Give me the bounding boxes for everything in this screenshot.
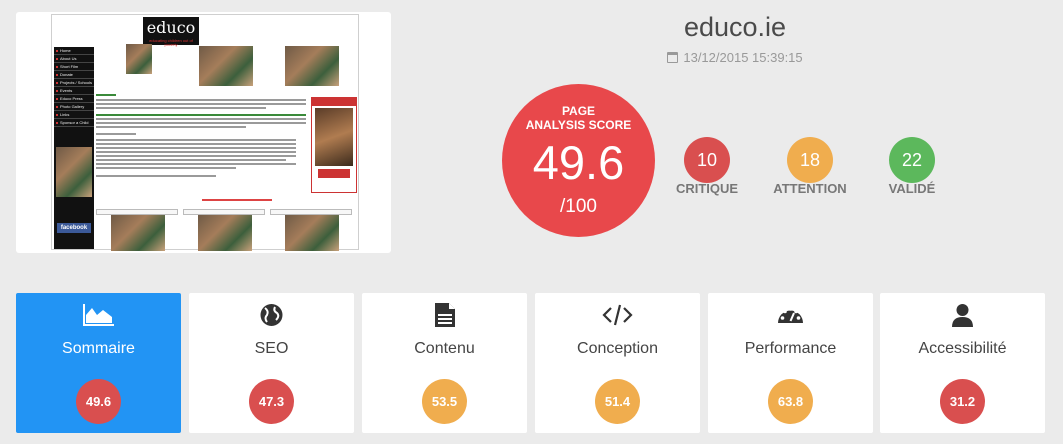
thumbnail-text-line: [96, 126, 246, 128]
thumbnail-nav-item: Links: [54, 111, 94, 119]
thumbnail-nav-item: Events: [54, 87, 94, 95]
thumbnail-text-line: [96, 167, 236, 169]
category-card-contenu[interactable]: Contenu 53.5: [362, 293, 527, 433]
thumbnail-facebook-badge: facebook: [57, 223, 91, 233]
calendar-icon: [667, 52, 679, 63]
user-icon: [952, 304, 973, 327]
thumbnail-text-line: [96, 139, 296, 141]
thumbnail-photo: [285, 46, 339, 86]
score-max: /100: [560, 196, 597, 217]
thumbnail-photo: [198, 215, 252, 251]
area-chart-icon: [83, 304, 114, 326]
category-name: Contenu: [414, 340, 475, 357]
document-icon: [435, 303, 455, 327]
code-icon: [602, 304, 633, 326]
thumbnail-text-line: [96, 143, 296, 145]
thumbnail-text-line: [96, 122, 306, 124]
category-name: Conception: [577, 340, 658, 357]
category-score: 63.8: [768, 379, 813, 424]
thumbnail-text-line: [96, 94, 116, 96]
thumbnail-text-line: [96, 151, 296, 153]
page-analysis-score: PAGE ANALYSIS SCORE 49.6 /100: [502, 84, 655, 237]
category-card-seo[interactable]: SEO 47.3: [189, 293, 354, 433]
thumbnail-logo: educo educating children out of poverty: [143, 17, 199, 47]
thumbnail-nav-item: Sponsor a Child: [54, 119, 94, 127]
thumbnail-nav-item: Projects / Schools: [54, 79, 94, 87]
category-name: Accessibilité: [918, 340, 1007, 357]
thumbnail-logo-text: educo: [146, 18, 196, 37]
thumbnail-page: educo educating children out of poverty …: [51, 14, 359, 251]
analysis-date: 13/12/2015 15:39:15: [600, 50, 870, 65]
thumbnail-text-line: [96, 99, 306, 101]
thumbnail-text-line: [96, 114, 306, 116]
thumbnail-nav-item: Photo Gallery: [54, 103, 94, 111]
thumbnail-photo: [111, 215, 165, 251]
thumbnail-photo: [285, 215, 339, 251]
dashboard-icon: [778, 307, 803, 323]
thumbnail-text-line: [96, 155, 296, 157]
critique-label: CRITIQUE: [675, 181, 739, 196]
valide-label: VALIDÉ: [888, 181, 936, 196]
category-score: 53.5: [422, 379, 467, 424]
category-name: Performance: [744, 340, 837, 357]
score-label-line1: PAGE: [561, 104, 596, 118]
thumbnail-nav-item: Short Film: [54, 63, 94, 71]
category-name: Sommaire: [62, 340, 135, 357]
score-value: 49.6: [532, 136, 625, 189]
thumbnail-nav-item: Home: [54, 47, 94, 55]
score-label: PAGE ANALYSIS SCORE: [502, 104, 655, 132]
category-score: 31.2: [940, 379, 985, 424]
thumbnail-text-line: [96, 107, 266, 109]
thumbnail-photo: [126, 44, 152, 74]
analysis-date-text: 13/12/2015 15:39:15: [683, 50, 803, 65]
category-card-performance[interactable]: Performance 63.8: [708, 293, 873, 433]
category-card-accessibilite[interactable]: Accessibilité 31.2: [880, 293, 1045, 433]
category-score: 51.4: [595, 379, 640, 424]
website-thumbnail: educo educating children out of poverty …: [16, 12, 391, 253]
thumbnail-nav-item: About Us: [54, 55, 94, 63]
thumbnail-text-line: [96, 163, 296, 165]
valide-count: 22: [889, 137, 935, 183]
site-domain: educo.ie: [683, 12, 787, 42]
thumbnail-nav-item: Donate: [54, 71, 94, 79]
category-card-sommaire[interactable]: Sommaire 49.6: [16, 293, 181, 433]
category-score: 49.6: [76, 379, 121, 424]
globe-icon: [260, 304, 283, 326]
thumbnail-text-line: [96, 175, 216, 177]
thumbnail-photo: [56, 147, 92, 197]
thumbnail-nav-item: Educo Press: [54, 95, 94, 103]
thumbnail-photo: [199, 46, 253, 86]
critique-count: 10: [684, 137, 730, 183]
thumbnail-sponsor-box: [311, 97, 357, 193]
category-score: 47.3: [249, 379, 294, 424]
thumbnail-text-line: [96, 159, 286, 161]
thumbnail-text-line: [96, 103, 306, 105]
attention-label: ATTENTION: [773, 181, 847, 196]
attention-count: 18: [787, 137, 833, 183]
thumbnail-text-line: [96, 133, 136, 135]
thumbnail-nav: Home About Us Short Film Donate Projects…: [54, 47, 94, 249]
category-name: SEO: [254, 340, 289, 357]
thumbnail-text-line: [96, 147, 296, 149]
category-card-conception[interactable]: Conception 51.4: [535, 293, 700, 433]
thumbnail-text-line: [96, 118, 306, 120]
score-label-line2: ANALYSIS SCORE: [525, 118, 632, 132]
thumbnail-text-line: [202, 199, 272, 201]
